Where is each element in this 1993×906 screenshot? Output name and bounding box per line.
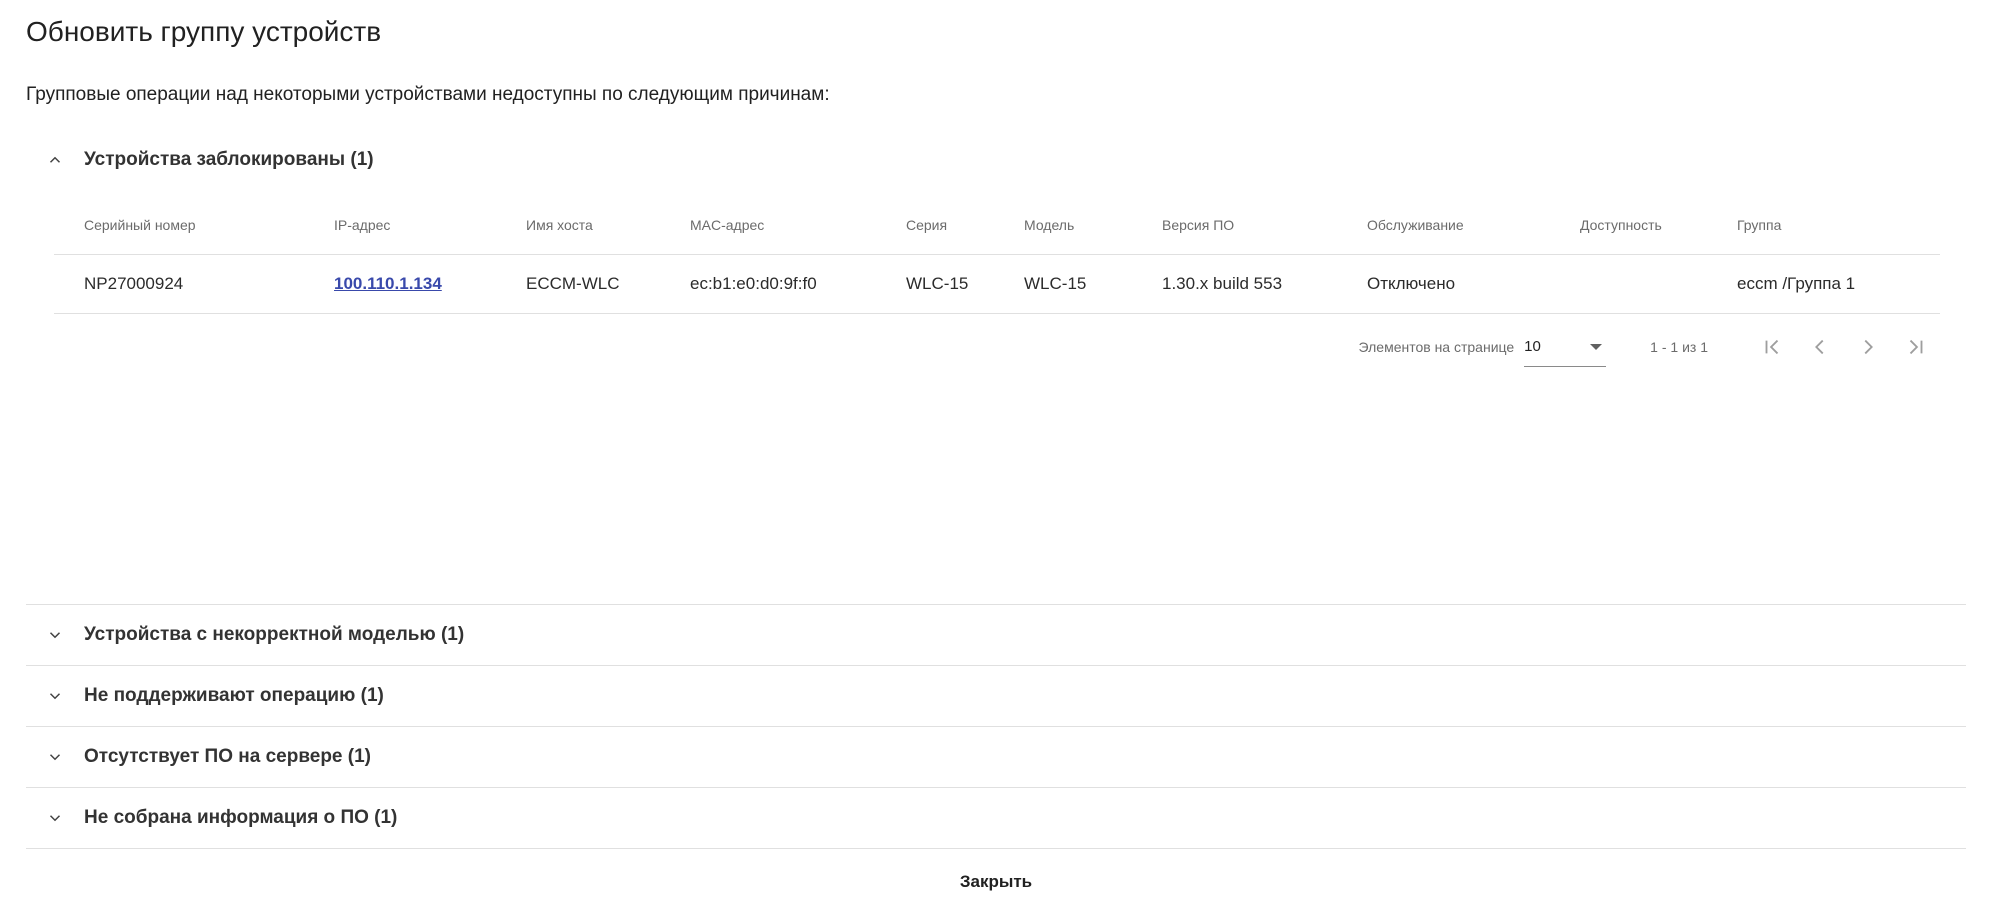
cell-hostname: ECCM-WLC [526, 274, 620, 293]
divider [26, 848, 1966, 849]
cell-series: WLC-15 [906, 274, 969, 293]
chevron-down-icon [26, 676, 84, 716]
column-header-series[interactable]: Серия [876, 217, 994, 233]
column-header-availability[interactable]: Доступность [1550, 217, 1707, 233]
previous-page-button[interactable] [1796, 323, 1844, 371]
missing-firmware-panel-header[interactable]: Отсутствует ПО на сервере (1) [26, 726, 1966, 786]
first-page-icon [1765, 339, 1779, 355]
page-size-select[interactable]: 10 [1524, 327, 1607, 367]
column-header-hostname[interactable]: Имя хоста [496, 217, 660, 233]
column-header-model[interactable]: Модель [994, 217, 1132, 233]
page-size-value: 10 [1524, 338, 1541, 355]
unsupported-operation-panel-title: Не поддерживают операцию (1) [84, 684, 384, 706]
cell-ip: 100.110.1.134 [304, 274, 496, 294]
table-header-row: Серийный номер IP-адрес Имя хоста MAC-ад… [54, 196, 1940, 255]
ip-address-link[interactable]: 100.110.1.134 [334, 274, 442, 293]
invalid-model-panel-header[interactable]: Устройства с некорректной моделью (1) [26, 604, 1966, 664]
locked-devices-table: Серийный номер IP-адрес Имя хоста MAC-ад… [54, 196, 1940, 314]
table-row[interactable]: NP27000924 100.110.1.134 ECCM-WLC ec:b1:… [54, 255, 1940, 314]
cell-firmware: 1.30.x build 553 [1162, 274, 1283, 293]
cell-maintenance: Отключено [1367, 274, 1456, 293]
column-header-ip[interactable]: IP-адрес [304, 217, 496, 233]
chevron-down-icon [26, 615, 84, 655]
locked-devices-panel-title: Устройства заблокированы (1) [84, 149, 374, 170]
chevron-up-icon [26, 140, 84, 180]
chevron-down-icon [26, 798, 84, 838]
dropdown-arrow-icon [1590, 343, 1603, 350]
chevron-left-icon [1815, 339, 1824, 355]
chevron-down-icon [26, 737, 84, 777]
cell-mac: ec:b1:e0:d0:9f:f0 [690, 274, 817, 293]
locked-devices-panel-header[interactable]: Устройства заблокированы (1) [26, 140, 1966, 180]
last-page-icon [1909, 339, 1923, 355]
cell-group: eccm /Группа 1 [1737, 274, 1856, 293]
last-page-button[interactable] [1892, 323, 1940, 371]
missing-firmware-panel-title: Отсутствует ПО на сервере (1) [84, 745, 371, 767]
column-header-group[interactable]: Группа [1707, 217, 1940, 233]
cell-model: WLC-15 [1024, 274, 1087, 293]
paginator: Элементов на странице 10 1 - 1 из 1 [1300, 322, 1940, 372]
next-page-button[interactable] [1844, 323, 1892, 371]
column-header-serial[interactable]: Серийный номер [54, 217, 304, 233]
column-header-mac[interactable]: MAC-адрес [660, 217, 876, 233]
items-per-page-label: Элементов на странице [1358, 339, 1515, 355]
column-header-firmware[interactable]: Версия ПО [1132, 217, 1337, 233]
close-button[interactable]: Закрыть [936, 864, 1056, 900]
unsupported-operation-panel-header[interactable]: Не поддерживают операцию (1) [26, 665, 1966, 725]
page-range-label: 1 - 1 из 1 [1650, 339, 1708, 355]
first-page-button[interactable] [1748, 323, 1796, 371]
chevron-right-icon [1864, 339, 1873, 355]
dialog-title: Обновить группу устройств [26, 16, 382, 47]
firmware-info-missing-panel-header[interactable]: Не собрана информация о ПО (1) [26, 787, 1966, 847]
firmware-info-missing-panel-title: Не собрана информация о ПО (1) [84, 806, 398, 828]
dialog-subtitle: Групповые операции над некоторыми устрой… [26, 84, 830, 105]
invalid-model-panel-title: Устройства с некорректной моделью (1) [84, 623, 465, 645]
cell-serial: NP27000924 [84, 274, 184, 293]
column-header-maintenance[interactable]: Обслуживание [1337, 217, 1550, 233]
